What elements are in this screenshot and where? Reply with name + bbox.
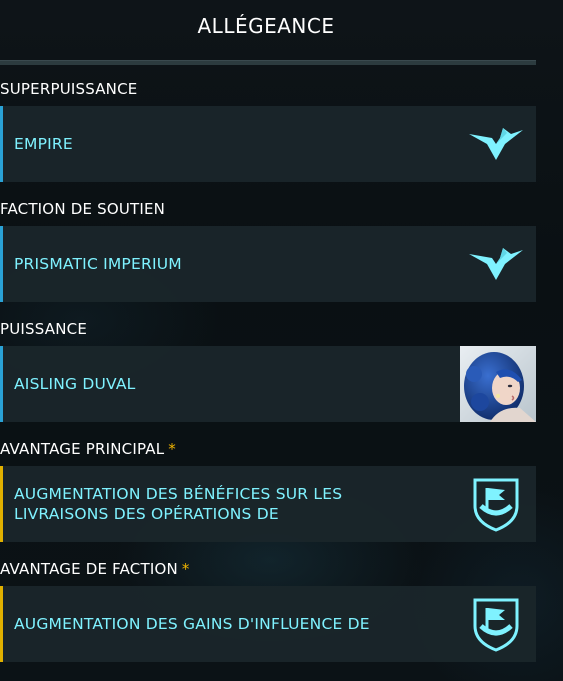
main-perk-row[interactable]: AUGMENTATION DES BÉNÉFICES SUR LES LIVRA… <box>0 466 536 542</box>
flag-shield-icon <box>466 594 526 654</box>
section-label-text: PUISSANCE <box>0 320 88 338</box>
title-divider <box>0 60 536 65</box>
section-label-text: AVANTAGE DE FACTION <box>0 560 178 578</box>
section-label-text: AVANTAGE PRINCIPAL <box>0 440 165 458</box>
section-label-text: FACTION DE SOUTIEN <box>0 200 166 218</box>
superpower-row[interactable]: EMPIRE <box>0 106 536 182</box>
faction-perk-value: AUGMENTATION DES GAINS D'INFLUENCE DE <box>14 615 370 633</box>
section-label-power: PUISSANCE <box>0 320 87 338</box>
faction-row[interactable]: PRISMATIC IMPERIUM <box>0 226 536 302</box>
main-perk-value: AUGMENTATION DES BÉNÉFICES SUR LES LIVRA… <box>14 485 343 523</box>
star-marker: * <box>168 440 176 458</box>
section-label-superpower: SUPERPUISSANCE <box>0 80 137 98</box>
empire-emblem-icon <box>466 114 526 174</box>
empire-emblem-icon <box>466 234 526 294</box>
flag-shield-icon <box>466 474 526 534</box>
section-label-faction: FACTION DE SOUTIEN <box>0 200 165 218</box>
faction-perk-row[interactable]: AUGMENTATION DES GAINS D'INFLUENCE DE <box>0 586 536 662</box>
allegiance-panel: ALLÉGEANCE SUPERPUISSANCE EMPIRE FACTION… <box>0 0 563 681</box>
section-label-main-perk: AVANTAGE PRINCIPAL * <box>0 440 176 458</box>
star-marker: * <box>181 560 190 578</box>
power-row[interactable]: AISLING DUVAL <box>0 346 536 422</box>
section-label-faction-perk: AVANTAGE DE FACTION * <box>0 560 190 578</box>
page-title: ALLÉGEANCE <box>197 14 335 38</box>
superpower-value: EMPIRE <box>14 135 73 153</box>
section-label-text: SUPERPUISSANCE <box>0 80 138 98</box>
power-value: AISLING DUVAL <box>14 375 136 393</box>
aisling-duval-portrait <box>460 346 536 422</box>
faction-value: PRISMATIC IMPERIUM <box>14 255 182 273</box>
